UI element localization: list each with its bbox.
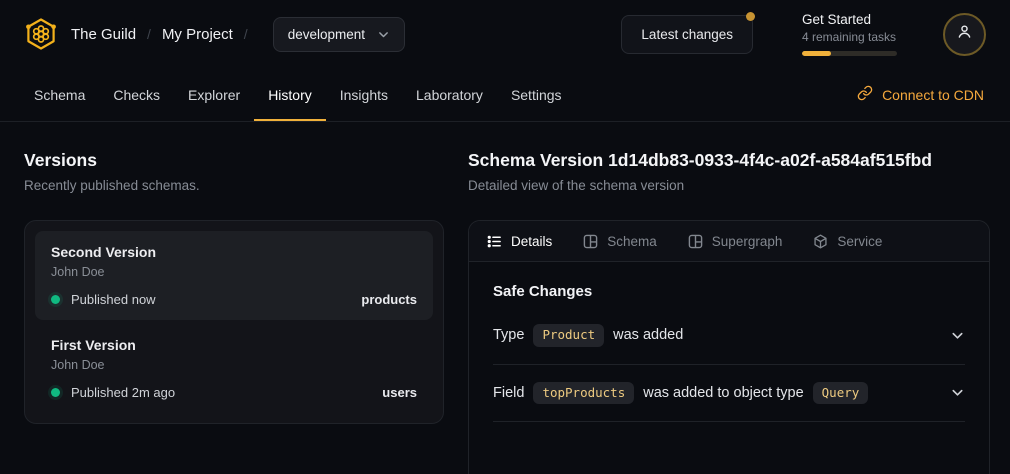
header-actions: Latest changes Get Started 4 remaining t… (621, 12, 986, 56)
version-detail-subtitle: Detailed view of the schema version (468, 178, 990, 193)
detail-tab-service[interactable]: Service (813, 234, 882, 249)
version-author: John Doe (51, 358, 417, 372)
detail-tab-label: Supergraph (712, 234, 783, 249)
code-badge: topProducts (533, 382, 634, 405)
change-text: Type (493, 327, 524, 343)
nav-tab-explorer[interactable]: Explorer (174, 68, 254, 121)
changes-list: Type Product was added Field topProducts was … (493, 307, 965, 422)
nav-tab-laboratory[interactable]: Laboratory (402, 68, 497, 121)
version-list-item[interactable]: First Version John Doe Published 2m ago use… (35, 324, 433, 413)
detail-tab-schema[interactable]: Schema (583, 234, 657, 249)
safe-changes-heading: Safe Changes (493, 283, 965, 300)
nav-tab-insights[interactable]: Insights (326, 68, 402, 121)
get-started-title: Get Started (802, 12, 897, 27)
published-dot-icon (51, 388, 60, 397)
breadcrumb-separator: / (147, 26, 151, 42)
change-text: Field (493, 385, 524, 401)
detail-tab-label: Service (837, 234, 882, 249)
version-title: First Version (51, 337, 417, 353)
change-text: was added (613, 327, 683, 343)
guild-hive-logo-icon[interactable] (24, 17, 58, 51)
nav-tabs: SchemaChecksExplorerHistoryInsightsLabor… (20, 68, 576, 121)
get-started-progressbar (802, 51, 897, 56)
version-list-item[interactable]: Second Version John Doe Published now produ… (35, 231, 433, 320)
versions-title: Versions (24, 150, 444, 171)
list-icon (487, 234, 502, 249)
version-title: Second Version (51, 244, 417, 260)
chevron-down-icon[interactable] (950, 385, 965, 400)
get-started-subtitle: 4 remaining tasks (802, 30, 897, 44)
primary-nav: SchemaChecksExplorerHistoryInsightsLabor… (0, 68, 1010, 122)
nav-tab-checks[interactable]: Checks (99, 68, 174, 121)
version-status: Published 2m ago (71, 385, 175, 400)
latest-changes-button[interactable]: Latest changes (621, 15, 753, 54)
code-badge: Product (533, 324, 604, 347)
link-icon (857, 85, 873, 104)
detail-tab-label: Schema (607, 234, 657, 249)
environment-select-value: development (288, 27, 365, 42)
user-icon (955, 22, 974, 46)
detail-tabbar: Details Schema Supergraph Service (469, 221, 989, 262)
cube-icon (813, 234, 828, 249)
versions-list: Second Version John Doe Published now produ… (24, 220, 444, 424)
columns-icon (583, 234, 598, 249)
version-service-name: users (382, 385, 417, 400)
notification-dot (746, 12, 755, 21)
code-badge: Query (813, 382, 869, 405)
version-status: Published now (71, 292, 156, 307)
connect-to-cdn-link[interactable]: Connect to CDN (857, 68, 990, 121)
nav-tab-settings[interactable]: Settings (497, 68, 576, 121)
version-status-row: Published now products (51, 292, 417, 307)
breadcrumb-separator: / (244, 26, 248, 42)
environment-select[interactable]: development (273, 17, 405, 52)
get-started-progress-fill (802, 51, 831, 56)
version-detail-panel: Schema Version 1d14db83-0933-4f4c-a02f-a… (468, 150, 990, 474)
connect-to-cdn-label: Connect to CDN (882, 87, 984, 103)
main-content: Versions Recently published schemas. Sec… (0, 122, 1010, 474)
breadcrumb-project[interactable]: My Project (162, 26, 233, 43)
change-text: was added to object type (643, 385, 803, 401)
app-header: The Guild / My Project / development Lat… (0, 0, 1010, 68)
version-author: John Doe (51, 265, 417, 279)
detail-tab-label: Details (511, 234, 552, 249)
version-status-row: Published 2m ago users (51, 385, 417, 400)
get-started-widget[interactable]: Get Started 4 remaining tasks (802, 12, 897, 56)
versions-panel: Versions Recently published schemas. Sec… (24, 150, 444, 474)
version-service-name: products (361, 292, 417, 307)
change-row[interactable]: Type Product was added (493, 307, 965, 365)
versions-subtitle: Recently published schemas. (24, 178, 444, 193)
detail-tab-supergraph[interactable]: Supergraph (688, 234, 783, 249)
nav-tab-history[interactable]: History (254, 68, 326, 121)
version-detail-card: Details Schema Supergraph Service Safe Chan… (468, 220, 990, 474)
chevron-down-icon (377, 28, 390, 41)
detail-content: Safe Changes Type Product was added Fieldto… (469, 283, 989, 422)
user-avatar-button[interactable] (943, 13, 986, 56)
nav-tab-schema[interactable]: Schema (20, 68, 99, 121)
breadcrumb-org[interactable]: The Guild (71, 26, 136, 43)
header-breadcrumb-group: The Guild / My Project / development (24, 17, 405, 52)
detail-tab-details[interactable]: Details (487, 234, 552, 249)
columns-icon (688, 234, 703, 249)
chevron-down-icon[interactable] (950, 328, 965, 343)
published-dot-icon (51, 295, 60, 304)
version-detail-title: Schema Version 1d14db83-0933-4f4c-a02f-a… (468, 150, 990, 171)
change-row[interactable]: Field topProducts was added to object type… (493, 365, 965, 423)
